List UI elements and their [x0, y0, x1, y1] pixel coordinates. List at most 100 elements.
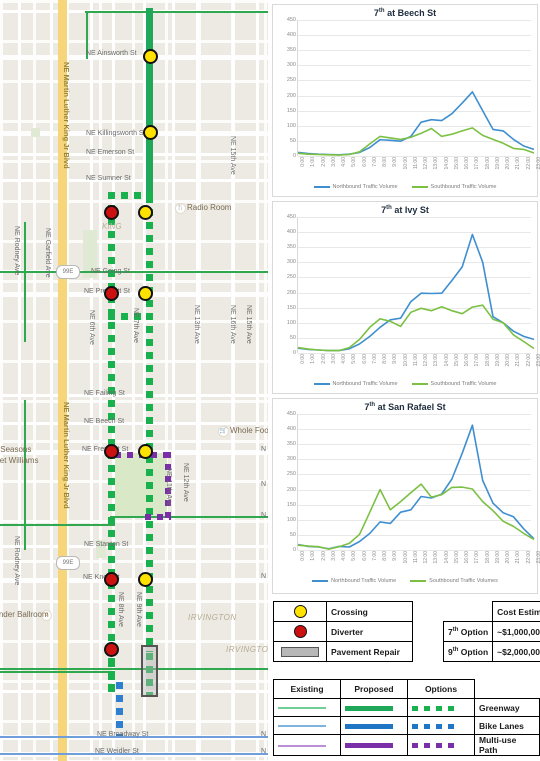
symbol-legend-table: Crossing Diverter Pavement Repair — [273, 601, 413, 662]
diverter-marker[interactable] — [104, 642, 119, 657]
series-line — [297, 233, 535, 352]
x-axis-tick: 7:00 — [371, 354, 378, 364]
x-axis-tick: 13:00 — [433, 157, 440, 170]
y-axis-tick: 300 — [286, 62, 296, 69]
mode-legend-table: Existing Proposed Options Greenway Bike L… — [273, 679, 540, 756]
x-axis-tick: 21:00 — [515, 157, 522, 170]
table-row: Crossing — [273, 601, 413, 622]
plot-canvas: 0 50 100 150 200 250 300 350 400 450 — [287, 17, 535, 159]
x-axis-tick: 11:00 — [412, 354, 419, 367]
option-greenway-connector — [108, 192, 153, 199]
chart-title: 7th at Ivy St — [381, 205, 429, 215]
y-axis-tick: 200 — [286, 289, 296, 296]
poi-label[interactable]: New Seasons Market Williams — [0, 444, 54, 466]
x-axis-tick: 16:00 — [464, 354, 471, 367]
crossing-marker[interactable] — [138, 286, 153, 301]
x-axis-tick: 13:00 — [433, 551, 440, 564]
edge-label: N — [261, 512, 267, 519]
chart-card-san-rafael: 7th at San Rafael St 0 50 100 150 200 250 300 35… — [272, 398, 540, 594]
chart-legend: Northbound Traffic Volume Southbound Traf… — [273, 182, 537, 194]
series-line — [297, 483, 535, 550]
x-axis-tick: 1:00 — [310, 551, 317, 561]
x-axis-tick: 17:00 — [474, 354, 481, 367]
y-axis-tick: 150 — [286, 107, 296, 114]
street-label: NE 11th Ave — [165, 468, 172, 507]
cost-estimate-header: Cost Estimate — [492, 601, 540, 622]
street-line — [0, 690, 268, 693]
x-axis-tick: 17:00 — [474, 157, 481, 170]
x-axis-tick: 20:00 — [505, 551, 512, 564]
poi-label[interactable]: Wonder Ballroom — [0, 610, 49, 619]
y-axis-tick: 350 — [286, 244, 296, 251]
crossing-marker[interactable] — [138, 205, 153, 220]
option-label-7th: 7th Option — [442, 621, 494, 642]
cost-estimate-table: Cost Estimate 7th Option ~$1,000,000 9th… — [442, 601, 540, 662]
x-axis-tick: 2:00 — [320, 354, 327, 364]
existing-line-swatch — [273, 716, 341, 735]
poi-label[interactable]: Whole Foods — [230, 426, 268, 435]
existing-greenway — [110, 516, 268, 518]
legend-label: Northbound Traffic Volume — [332, 184, 398, 190]
x-axis-tick: 18:00 — [484, 354, 491, 367]
series-lines — [297, 233, 535, 352]
crossing-icon — [273, 601, 327, 622]
x-axis-tick: 15:00 — [453, 157, 460, 170]
proposed-line-swatch — [340, 698, 408, 717]
existing-greenway — [24, 400, 26, 550]
x-axis-tick: 1:00 — [310, 157, 317, 167]
map-panel[interactable]: NE Ainsworth St NE Killingsworth St NE E… — [0, 0, 268, 761]
x-axis-tick: 4:00 — [341, 157, 348, 167]
diverter-marker[interactable] — [104, 286, 119, 301]
x-axis-tick: 22:00 — [525, 551, 532, 564]
existing-greenway — [0, 668, 268, 670]
x-axis-tick: 17:00 — [474, 551, 481, 564]
street-label: NE 13th Ave — [193, 305, 200, 344]
crossing-marker[interactable] — [143, 125, 158, 140]
legend-item: Southbound Traffic Volume — [411, 381, 497, 387]
y-axis-tick: 200 — [286, 92, 296, 99]
diverter-marker[interactable] — [104, 572, 119, 587]
series-line — [297, 91, 535, 156]
park-area — [31, 128, 40, 137]
crossing-marker[interactable] — [143, 49, 158, 64]
series-line — [297, 424, 535, 550]
crossing-marker[interactable] — [138, 444, 153, 459]
park-area-irving — [115, 453, 167, 518]
x-axis-tick: 20:00 — [505, 157, 512, 170]
pavement-repair-icon — [273, 641, 327, 662]
legend-label: Northbound Traffic Volume — [332, 381, 398, 387]
street-label: NE Martin Luther King Jr Blvd — [62, 62, 71, 169]
plot-area: 0 50 100 150 200 250 300 350 400 450 — [275, 17, 535, 159]
x-axis-tick: 5:00 — [351, 354, 358, 364]
legend-label: Pavement Repair — [326, 641, 413, 662]
y-axis-tick: 250 — [286, 471, 296, 478]
street-label: NE Broadway St — [97, 731, 149, 738]
poi-label[interactable]: Radio Room — [187, 203, 231, 212]
street-label: NE Ainsworth St — [86, 50, 137, 57]
x-axis-tick: 22:00 — [525, 354, 532, 367]
x-axis-tick: 19:00 — [494, 551, 501, 564]
options-line-swatch — [407, 716, 475, 735]
edge-label: N — [261, 748, 267, 755]
x-axis-tick: 9:00 — [392, 157, 399, 167]
restaurant-icon: 🍴 — [175, 203, 186, 214]
x-axis-tick: 6:00 — [361, 551, 368, 561]
table-row: Greenway — [273, 698, 540, 717]
legend-label: Northbound Traffic Volume — [331, 578, 397, 584]
legend-label: Crossing — [326, 601, 413, 622]
mode-label: Multi-use Path — [474, 734, 540, 756]
x-axis-tick: 2:00 — [320, 551, 327, 561]
neighborhood-label: IRVINGTON — [188, 613, 237, 622]
diverter-marker[interactable] — [104, 205, 119, 220]
cost-value: ~$2,000,000 — [492, 641, 540, 662]
chart-card-ivy: 7th at Ivy St 0 50 100 150 200 250 300 350 400 450… — [272, 201, 540, 394]
y-axis-tick: 50 — [289, 334, 296, 341]
pavement-repair-marker[interactable] — [141, 645, 158, 697]
diverter-marker[interactable] — [104, 444, 119, 459]
option-bike-lanes — [116, 682, 123, 736]
x-axis-tick: 8:00 — [382, 551, 389, 561]
street-label: NE Stanton St — [84, 541, 129, 548]
crossing-marker[interactable] — [138, 572, 153, 587]
y-axis-tick: 200 — [286, 486, 296, 493]
legend-label: Southbound Traffic Volume — [430, 381, 497, 387]
